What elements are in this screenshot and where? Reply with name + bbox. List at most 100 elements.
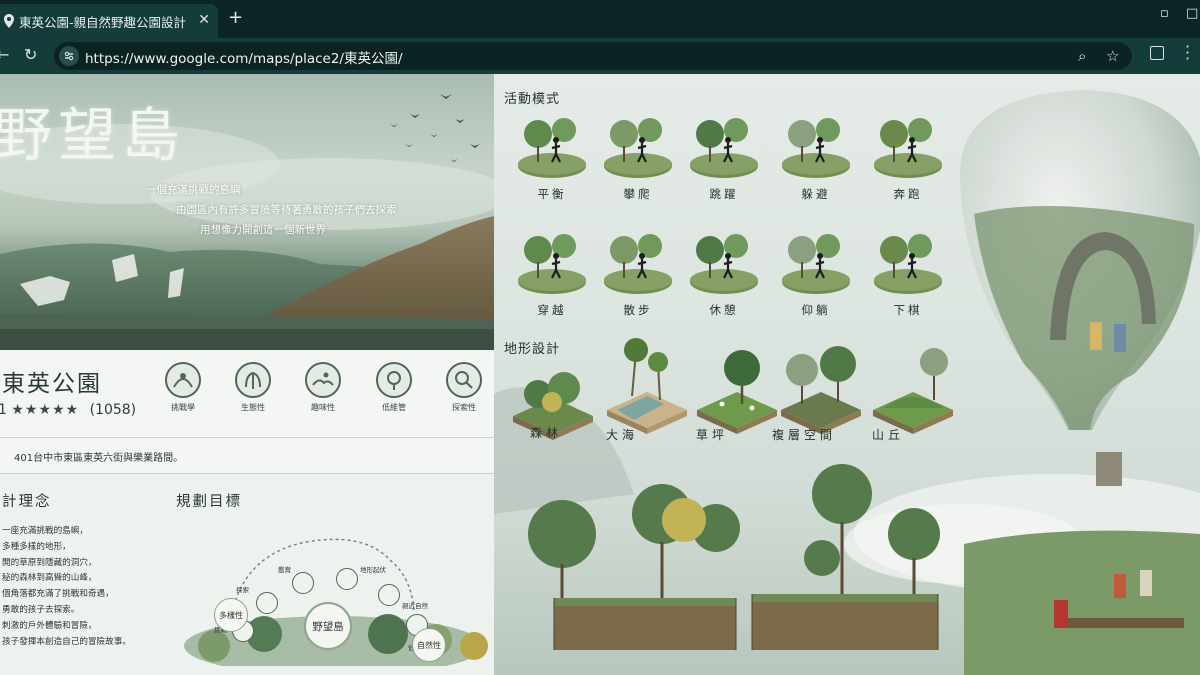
badge-ecology: 生態性	[230, 362, 276, 413]
maximize-icon[interactable]: □	[1186, 6, 1198, 21]
menu-icon[interactable]: · · ·	[1185, 39, 1190, 67]
active-tab[interactable]: 東英公園-親自然野趣公園設計 ✕	[0, 4, 218, 38]
goal-explore-icon	[256, 592, 278, 614]
terrain-label: 大海	[606, 428, 639, 442]
terrain-label: 草坪	[696, 428, 729, 442]
zoom-icon[interactable]: ⌕	[1078, 47, 1086, 65]
site-info-icon[interactable]	[59, 46, 79, 66]
concept-line: 秘的森林到高聳的山峰，	[2, 573, 97, 584]
activity-label: 下棋	[893, 303, 923, 317]
back-icon[interactable]: ←	[0, 45, 9, 64]
hero-image: 野望島 一個充滿挑戰的島嶼 由園區內有許多冒險等待著勇敢的孩子們去探索 用想像力…	[0, 74, 494, 350]
activity-icon	[690, 234, 758, 294]
activity-label: 攀爬	[623, 187, 653, 201]
activity-item: 平衡	[512, 104, 592, 204]
concept-heading: 計理念	[2, 494, 52, 510]
ecology-icon	[235, 362, 271, 398]
activity-icon	[604, 118, 672, 178]
concept-text: 一座充滿挑戰的島嶼， 多種多樣的地形， 開的草原到隱藏的洞穴， 秘的森林到高聳的…	[2, 524, 131, 650]
badge-low-maintenance: 低維管	[371, 362, 417, 413]
hero-line-2: 由園區內有許多冒險等待著勇敢的孩子們去探索	[176, 204, 397, 216]
concept-line: 勇敢的孩子去探索。	[2, 604, 80, 615]
goal-center: 野望島	[304, 602, 352, 650]
challenge-icon	[165, 362, 201, 398]
goal-nature-icon	[378, 584, 400, 606]
design-board-image: 活動模式 平衡 攀爬 跳躍 躲避 奔跑 穿越 散步 休憩 仰躺 下棋 地形設計 森林 大海	[494, 74, 1200, 675]
rating[interactable]: 1 ★★★★★ (1058)	[0, 402, 136, 418]
sea-block-icon	[607, 338, 687, 434]
terrain-lawn: 草坪	[692, 338, 782, 458]
lawn-block-icon	[697, 350, 777, 434]
terrain-label: 山丘	[872, 428, 905, 442]
page-content: 野望島 一個充滿挑戰的島嶼 由園區內有許多冒險等待著勇敢的孩子們去探索 用想像力…	[0, 74, 1200, 675]
goal-label: 親近自然	[402, 602, 428, 610]
place-name: 東英公園	[2, 371, 102, 397]
badge-label: 生態性	[241, 403, 265, 412]
reload-icon[interactable]: ↻	[24, 45, 37, 64]
new-tab-button[interactable]: +	[228, 8, 243, 28]
badge-fun: 趣味性	[300, 362, 346, 413]
concept-line: 孩子發揮本創造自己的冒險故事。	[2, 636, 131, 647]
goal-label: 地形起伏	[360, 566, 386, 574]
badge-label: 低維管	[382, 403, 406, 412]
activity-item: 穿越	[512, 220, 592, 320]
badge-label: 挑戰學	[171, 403, 195, 412]
terrain-label: 森林	[530, 426, 563, 440]
fun-icon	[305, 362, 341, 398]
activity-item: 攀爬	[598, 104, 678, 204]
badge-exploration: 探索性	[441, 362, 487, 413]
terrain-forest: 森林	[508, 354, 598, 474]
tab-title: 東英公園-親自然野趣公園設計	[19, 14, 187, 30]
activity-label: 平衡	[537, 187, 567, 201]
activity-icon	[604, 234, 672, 294]
low-maintenance-icon	[376, 362, 412, 398]
bookmark-star-icon[interactable]: ☆	[1106, 47, 1119, 65]
activity-label: 休憩	[709, 303, 739, 317]
minimize-icon[interactable]: ▫	[1160, 6, 1169, 21]
hero-title: 野望島	[0, 101, 187, 169]
extensions-icon[interactable]	[1150, 46, 1164, 60]
activity-item: 跳躍	[684, 104, 764, 204]
activity-item: 奔跑	[868, 104, 948, 204]
terrain-hill: 山丘	[868, 338, 958, 458]
concept-line: 刺激的戶外體驗和冒險，	[2, 620, 97, 631]
activity-label: 散步	[623, 303, 653, 317]
activity-item: 散步	[598, 220, 678, 320]
activity-label: 仰躺	[801, 303, 831, 317]
badge-challenge: 挑戰學	[160, 362, 206, 413]
address-bar[interactable]: https://www.google.com/maps/place2/東英公園/…	[54, 42, 1132, 70]
activity-icon	[782, 234, 850, 294]
hero-line-3: 用想像力開創這一個新世界	[200, 224, 326, 236]
review-count[interactable]: (1058)	[90, 402, 137, 418]
concept-line: 個角落都充滿了挑戰和奇遇，	[2, 589, 114, 600]
concept-line: 開的草原到隱藏的洞穴，	[2, 557, 97, 568]
design-concept-section: 計理念 一座充滿挑戰的島嶼， 多種多樣的地形， 開的草原到隱藏的洞穴， 秘的森林…	[0, 476, 494, 675]
place-header: 東英公園 1 ★★★★★ (1058) 挑戰學 生態性 趣味性 低維管 探索性	[0, 350, 494, 438]
exploration-icon	[446, 362, 482, 398]
activity-item: 躲避	[776, 104, 856, 204]
activity-label: 穿越	[537, 303, 567, 317]
url-text[interactable]: https://www.google.com/maps/place2/東英公園/	[85, 47, 403, 67]
hill-block-icon	[873, 348, 953, 434]
activity-icon	[782, 118, 850, 178]
activity-icon	[690, 118, 758, 178]
multilayer-block-icon	[781, 346, 861, 434]
activity-icon	[518, 118, 586, 178]
close-tab-icon[interactable]: ✕	[198, 12, 210, 28]
goal-label: 探索	[236, 586, 249, 594]
place-panel: 野望島 一個充滿挑戰的島嶼 由園區內有許多冒險等待著勇敢的孩子們去探索 用想像力…	[0, 74, 494, 675]
goal-label: 鑑賞	[278, 566, 291, 574]
address-row[interactable]: 401台中市東區東英六街與樂業路間。	[0, 438, 494, 474]
activity-icon	[874, 234, 942, 294]
activity-item: 休憩	[684, 220, 764, 320]
activity-icon	[874, 118, 942, 178]
terrain-sea: 大海	[602, 330, 692, 450]
goal-tag-diversity: 多樣性	[214, 598, 248, 632]
activity-item: 下棋	[868, 220, 948, 320]
goals-heading: 規劃目標	[176, 494, 242, 510]
browser-toolbar: ← ↻ https://www.google.com/maps/place2/東…	[0, 38, 1200, 74]
rating-value: 1	[0, 402, 7, 418]
activity-label: 奔跑	[893, 187, 923, 201]
tab-strip: 東英公園-親自然野趣公園設計 ✕ + ▫ □	[0, 0, 1200, 38]
activity-item: 仰躺	[776, 220, 856, 320]
